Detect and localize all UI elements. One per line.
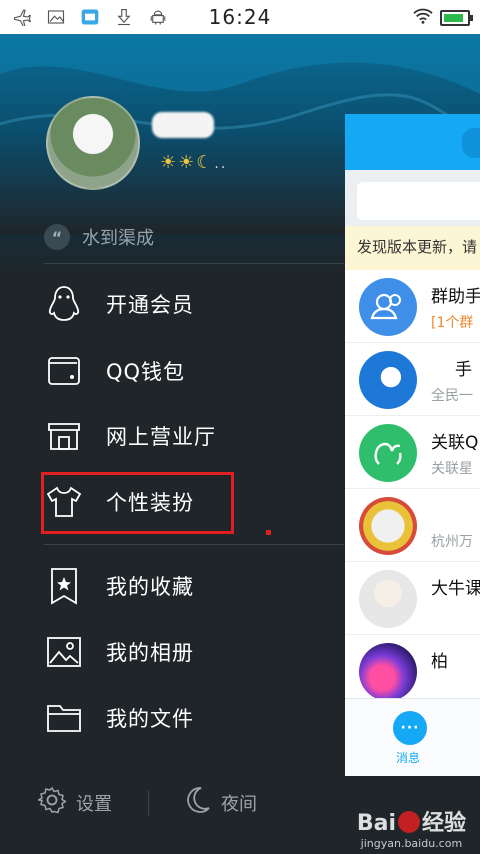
signature-text: 水到渠成 (82, 228, 154, 249)
menu-label: 网上营业厅 (106, 425, 216, 449)
battery-icon (440, 10, 473, 26)
status-time: 16:24 (208, 5, 272, 29)
menu-item-wallet[interactable]: QQ钱包 (44, 343, 344, 399)
settings-button[interactable]: 设置 (36, 786, 112, 819)
contact-avatar (359, 570, 417, 628)
menu-item-vip[interactable]: 开通会员 (44, 276, 344, 332)
header-button[interactable] (462, 128, 480, 158)
quote-icon: “ (44, 224, 70, 250)
conv-title: 柏 (431, 652, 448, 672)
panel-header (345, 114, 480, 170)
separator (148, 789, 149, 816)
level-more: .. (214, 156, 228, 172)
list-item[interactable]: 手 全民一 (345, 343, 480, 416)
level-badges[interactable]: ☀☀☾.. (160, 152, 227, 173)
paw-icon (397, 811, 420, 833)
list-item[interactable]: 杭州万 (345, 489, 480, 562)
signature[interactable]: “ 水到渠成 (44, 224, 154, 250)
status-bar: 16:24 (0, 0, 480, 34)
baidu-watermark: Bai 经验 jingyan.baidu.com (357, 805, 466, 850)
folder-icon (44, 698, 84, 738)
watermark-url: jingyan.baidu.com (360, 837, 463, 850)
contact-avatar (359, 351, 417, 409)
menu-item-favorites[interactable]: 我的收藏 (44, 558, 344, 614)
bookmark-star-icon (44, 566, 84, 606)
level-icons: ☀☀☾ (160, 152, 215, 173)
night-mode-button[interactable]: 夜间 (185, 786, 257, 819)
menu-item-album[interactable]: 我的相册 (44, 624, 344, 680)
drawer-bottom-bar: 设置 夜间 (36, 786, 257, 819)
annotation-highlight-box (41, 472, 234, 534)
tab-bar: ··· 消息 (345, 698, 480, 776)
contact-avatar (359, 643, 417, 701)
linked-qq-avatar (359, 424, 417, 482)
menu-label: 我的收藏 (106, 575, 194, 599)
group-helper-avatar (359, 278, 417, 336)
wifi-icon (412, 7, 434, 29)
menu-label: 我的相册 (106, 641, 194, 665)
menu-label: 我的文件 (106, 707, 194, 731)
search-bar[interactable] (345, 170, 480, 226)
message-tab-icon[interactable]: ··· (393, 711, 427, 745)
conv-subtitle: 杭州万 (431, 534, 473, 550)
conv-subtitle: 全民一 (431, 388, 473, 404)
menu-label: 开通会员 (106, 293, 194, 317)
annotation-dot (266, 530, 271, 535)
settings-label: 设置 (76, 793, 112, 815)
side-drawer: ☀☀☾.. “ 水到渠成 开通会员 QQ钱包 网上营业厅 个性装扮 我的收藏 我… (0, 34, 480, 854)
conv-title: 大牛课 (431, 579, 480, 599)
menu-label: QQ钱包 (106, 360, 186, 384)
list-item[interactable]: 群助手 [1个群 (345, 270, 480, 343)
tab-messages[interactable]: 消息 (396, 749, 420, 766)
divider (44, 263, 344, 264)
wallet-icon (44, 351, 84, 391)
nickname[interactable] (152, 112, 222, 142)
gear-icon (36, 786, 68, 819)
menu-item-store[interactable]: 网上营业厅 (44, 408, 344, 464)
watermark-brand-right: 经验 (421, 811, 466, 836)
store-icon (44, 416, 84, 456)
list-item[interactable]: 关联Q 关联星 (345, 416, 480, 489)
night-label: 夜间 (221, 793, 257, 815)
list-item[interactable]: 大牛课 (345, 562, 480, 635)
conv-title: 群助手 (431, 287, 480, 307)
conv-title: 关联Q (431, 433, 479, 453)
conv-title: 手 (455, 360, 472, 380)
conv-subtitle: [1个群 (431, 315, 474, 331)
moon-icon (185, 786, 211, 819)
penguin-icon (44, 284, 84, 324)
update-notice[interactable]: 发现版本更新，请 (345, 226, 480, 270)
conv-subtitle: 关联星 (431, 461, 473, 477)
menu-item-files[interactable]: 我的文件 (44, 690, 344, 746)
divider (44, 544, 344, 545)
main-panel[interactable]: 发现版本更新，请 群助手 [1个群 手 全民一 关联Q 关联星 杭州万 大牛课 … (345, 114, 480, 776)
contact-avatar (359, 497, 417, 555)
photo-icon (44, 632, 84, 672)
avatar[interactable] (46, 96, 140, 190)
watermark-brand: Bai (356, 811, 396, 836)
search-input[interactable] (357, 182, 480, 220)
